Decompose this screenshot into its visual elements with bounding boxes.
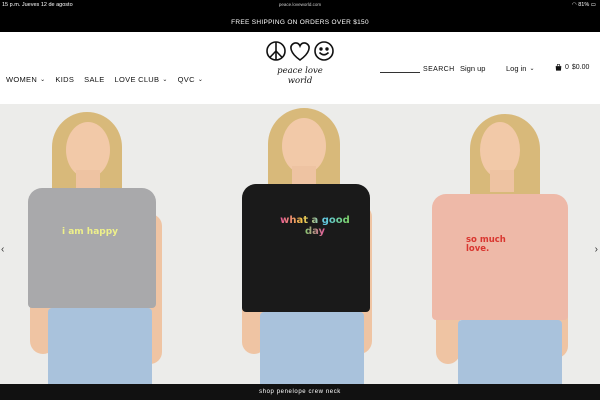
- hero-banner: ‹ › i am happy what a good day so much l…: [0, 104, 600, 384]
- chevron-down-icon: ⌄: [529, 66, 535, 72]
- main-nav: WOMEN ⌄ KIDS SALE LOVE CLUB ⌄ QVC ⌄: [6, 75, 203, 84]
- model-photo-pink-tee[interactable]: so much love.: [420, 104, 590, 384]
- login-link[interactable]: Log in ⌄: [506, 64, 534, 73]
- login-label: Log in: [506, 64, 527, 73]
- chevron-down-icon: ⌄: [197, 77, 204, 83]
- cart-count: 0: [565, 64, 569, 71]
- nav-item-love-club[interactable]: LOVE CLUB ⌄: [115, 75, 168, 84]
- jeans: [458, 320, 562, 384]
- nav-item-label: LOVE CLUB: [114, 75, 160, 84]
- model-photo-gray-tee[interactable]: i am happy: [18, 104, 188, 384]
- battery-icon: ▭: [590, 1, 596, 8]
- chevron-down-icon: ⌄: [162, 77, 168, 83]
- shirt: [28, 188, 156, 308]
- smiley-icon: [314, 41, 334, 61]
- nav-item-kids[interactable]: KIDS: [55, 75, 74, 84]
- shirt-print: so much love.: [466, 235, 506, 254]
- shopping-bag-icon: [555, 64, 562, 71]
- status-battery-group: ◠ 81% ▭: [572, 2, 596, 8]
- site-logo[interactable]: peace love world: [264, 38, 336, 86]
- carousel-prev-icon[interactable]: ‹: [1, 244, 4, 255]
- cart-total: $0.00: [571, 64, 590, 71]
- shirt: [432, 194, 568, 320]
- shirt-print-text: what a good day: [280, 215, 350, 237]
- jeans: [260, 312, 364, 384]
- shirt-print: what a good day: [280, 215, 350, 237]
- nav-item-label: SALE: [84, 75, 105, 84]
- search-label: SEARCH: [423, 66, 455, 73]
- model-photo-black-tee[interactable]: what a good day: [230, 104, 400, 384]
- logo-text: peace love world: [277, 66, 323, 86]
- nav-item-qvc[interactable]: QVC ⌄: [178, 75, 203, 84]
- chevron-down-icon: ⌄: [40, 77, 46, 83]
- nav-item-label: QVC: [177, 75, 195, 84]
- model-neck: [490, 170, 514, 192]
- peace-icon: [266, 41, 286, 61]
- battery-percent: 81%: [578, 1, 590, 8]
- signup-link[interactable]: Sign up: [460, 64, 485, 73]
- nav-item-women[interactable]: WOMEN ⌄: [6, 75, 45, 84]
- shirt: [242, 184, 370, 312]
- search-box[interactable]: SEARCH: [380, 64, 455, 73]
- status-bar: 15 p.m. Jueves 12 de agosto peace.lovewo…: [0, 0, 600, 10]
- logo-symbols: [266, 41, 334, 61]
- heart-icon: [290, 42, 310, 61]
- status-url: peace.loveworld.com: [278, 1, 322, 7]
- site-header: WOMEN ⌄ KIDS SALE LOVE CLUB ⌄ QVC ⌄ peac…: [0, 32, 600, 104]
- nav-item-label: WOMEN: [6, 75, 38, 84]
- search-input[interactable]: [380, 64, 420, 73]
- nav-item-sale[interactable]: SALE: [84, 75, 104, 84]
- promo-banner[interactable]: FREE SHIPPING ON ORDERS OVER $150: [0, 10, 600, 32]
- shirt-print: i am happy: [62, 227, 119, 237]
- carousel-next-icon[interactable]: ›: [595, 244, 598, 255]
- wifi-icon: ◠: [571, 1, 577, 8]
- jeans: [48, 308, 152, 384]
- cart-button[interactable]: 0 $0.00: [555, 64, 589, 71]
- nav-item-label: KIDS: [55, 75, 75, 84]
- shop-cta-bar[interactable]: shop penelope crew neck: [0, 384, 600, 400]
